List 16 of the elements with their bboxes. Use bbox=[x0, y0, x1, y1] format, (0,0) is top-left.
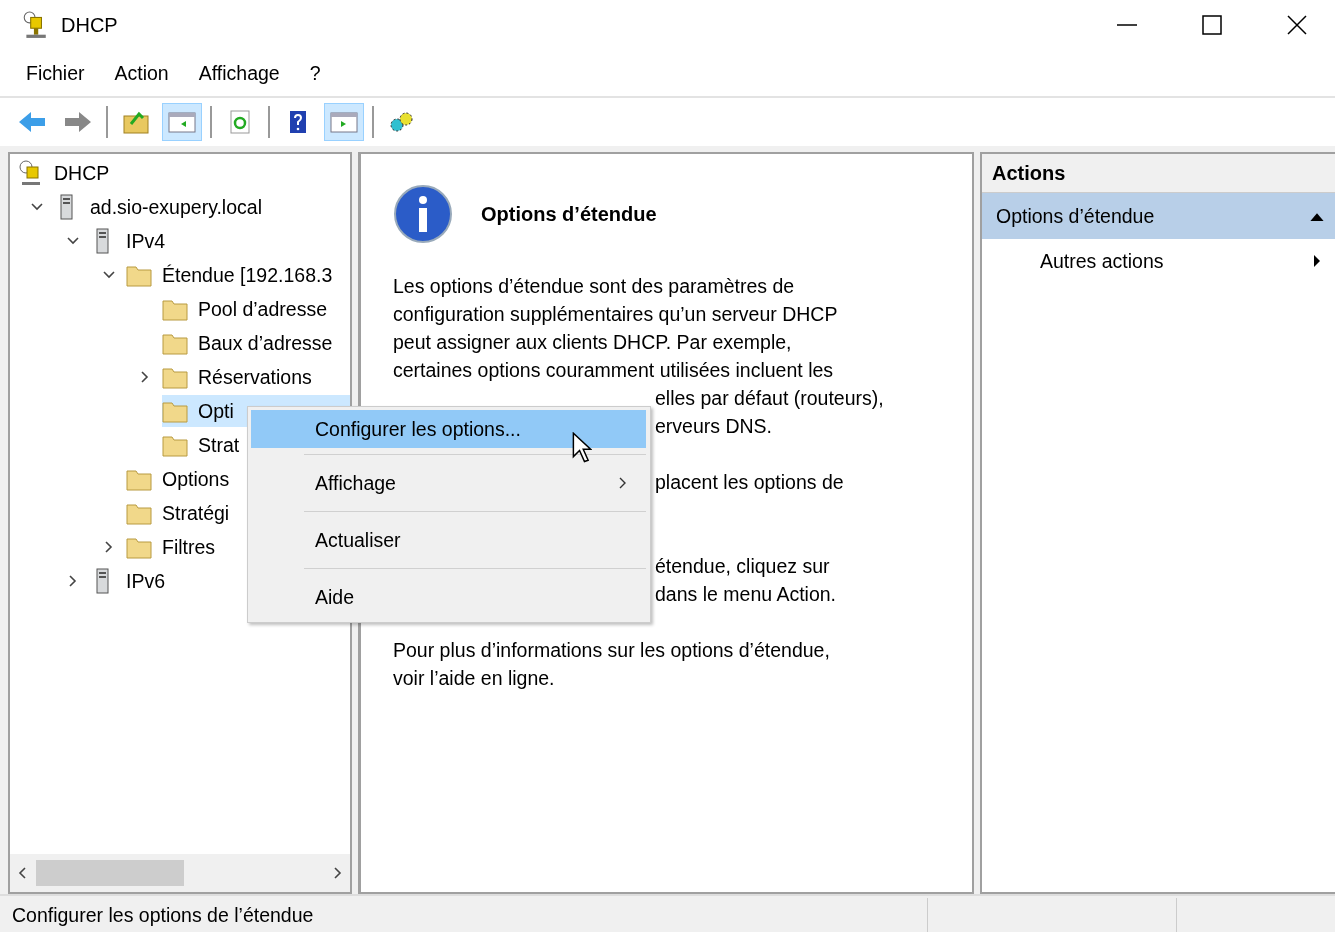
description-text: configuration supplémentaires qu’un serveur DHCP bbox=[393, 302, 839, 327]
description-text: étendue, cliquez sur bbox=[655, 555, 830, 577]
description-text: elles par défaut (routeurs), bbox=[655, 387, 884, 409]
window-title: DHCP bbox=[61, 13, 118, 37]
description-text: certaines options couramment utilisées incluent les bbox=[393, 358, 835, 383]
description-text: Les options d’étendue sont des paramètres de bbox=[393, 274, 796, 299]
actions-header: Actions bbox=[982, 154, 1335, 193]
status-text: Configurer les options de l’étendue bbox=[11, 903, 315, 927]
description-text: Pour plus d’informations sur les options d’étendue, bbox=[393, 638, 831, 663]
section-title: Options d’étendue bbox=[996, 204, 1155, 228]
description-text: placent les options de bbox=[655, 471, 844, 493]
description-text: dans le menu Action. bbox=[655, 583, 837, 605]
description-text: erveurs DNS. bbox=[655, 415, 773, 437]
description-text: peut assigner aux clients DHCP. Par exemple, bbox=[393, 330, 793, 355]
description-text: voir l’aide en ligne. bbox=[393, 666, 556, 691]
content-title: Options d’étendue bbox=[481, 202, 657, 226]
